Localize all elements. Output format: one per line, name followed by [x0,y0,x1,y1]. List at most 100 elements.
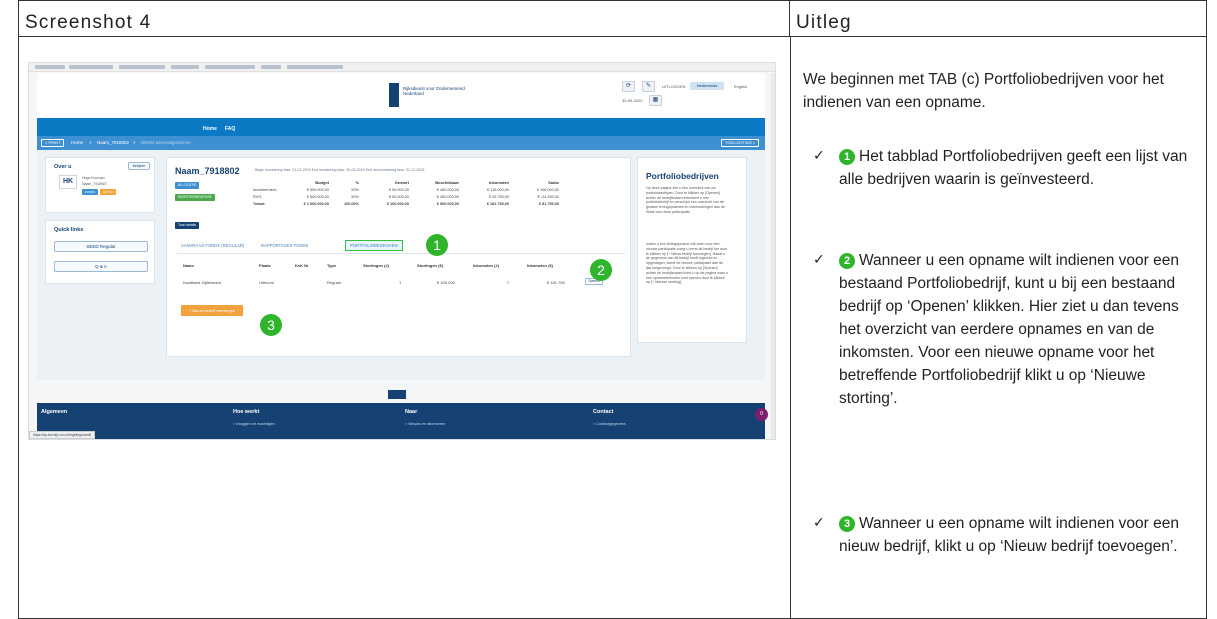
bookmark [119,65,165,69]
bookmark [287,65,343,69]
fin-cell: € 181.750,00 [486,202,509,206]
edit-icon[interactable]: ✎ [642,81,655,92]
chat-icon[interactable]: 0 [755,408,768,421]
header-screenshot: Screenshot 4 [19,1,790,37]
check-icon: ✓ [813,252,825,268]
status-badge: FONDS [82,189,98,195]
fin-cell: € 81.750,00 [538,202,559,206]
header-uitleg: Uitleg [790,1,1207,37]
check-icon: ✓ [813,515,825,531]
breadcrumb: < PRINT Home > Naam_7918802 > DEMO aanvr… [37,136,765,150]
footer-link[interactable]: > Nieuws en abonneren [405,422,445,426]
bekijken-button[interactable]: Bekijken [128,162,150,170]
main-nav: Home FAQ [37,118,765,136]
rijksoverheid-logo-icon [389,83,399,107]
site-header: Rijksdienst voor Ondernemend Nederland ⟳… [37,73,765,118]
th-inkomsten-count: Inkomsten (#) [473,263,500,268]
nav-faq[interactable]: FAQ [225,126,235,132]
fund-dates: Begin investering fase: 01-01-2020 End i… [255,168,425,172]
help-text-1: Op deze pagina ziet u een overzicht van … [646,186,725,214]
user-name: Hugo Koornan [82,176,105,180]
step-number-icon: 2 [839,253,855,269]
fin-cell: € 450.000,00 [436,188,459,192]
footer-head: Hoe werkt [233,409,260,415]
bookmark [69,65,113,69]
bookmark [35,65,65,69]
breadcrumb-sep: > [133,140,136,145]
user-org: Naam_7918WZ [82,182,107,186]
breadcrumb-current: DEMO aanvraagnummer [141,140,192,145]
bookmark [261,65,281,69]
th-type: Type [327,263,337,268]
fin-cell: € 450.000,00 [436,195,459,199]
fin-cell: 100.00% [344,202,359,206]
uitleg-intro: We beginnen met TAB (c) Portfoliobedrijv… [803,71,1164,111]
toon-details-button[interactable]: Toon details [175,222,200,229]
fin-cell: € 50.000,00 [388,188,409,192]
td-stortingen-count: 1 [399,280,402,285]
th-kvk: KvK Nr [295,263,309,268]
quick-link-qa[interactable]: Q & A [54,261,148,272]
footer-head: Algemeen [41,409,68,415]
tab-aanvraag-fonds[interactable]: AANVRAAG FONDS (REGULAR) [181,243,244,248]
embedded-screenshot: Rijksdienst voor Ondernemend Nederland ⟳… [28,62,776,440]
fin-cell: 50% [351,195,359,199]
page-title: Naam_7918802 [175,166,240,176]
fin-col-pct: % [355,180,359,185]
logout-link[interactable]: UITLOGGEN [662,84,686,89]
marker-2: 2 [590,259,612,281]
td-inkomsten-count: 7 [507,280,510,285]
tab-portfoliobedrijven[interactable]: PORTFOLIOBEDRIJVEN [345,240,403,251]
breadcrumb-fund[interactable]: Naam_7918802 [97,140,129,145]
step-number-icon: 3 [839,516,855,532]
status-badge: ALLOCATIE [175,182,200,189]
fin-cell: € 100.000,00 [386,202,409,206]
scroll-top-button[interactable] [388,390,406,399]
fin-row-label: Investeerders: [253,188,278,192]
language-english[interactable]: English [734,84,747,89]
step-number-icon: 1 [839,149,855,165]
fin-cell: € 900.000,00 [436,202,459,206]
tab-row: AANVRAAG FONDS (REGULAR) RAPPORTAGES FON… [177,240,625,254]
footer-head: Naar [405,409,418,415]
marker-1: 1 [426,234,448,256]
site-footer: Algemeen Hoe werkt Naar Contact > Inlogg… [37,403,765,439]
uitleg-item-text: Wanneer u een opname wilt indienen voor … [839,252,1179,407]
help-panel: Portfoliobedrijven Op deze pagina ziet u… [637,157,747,343]
fin-col-inkomsten: Inkomsten [488,180,509,185]
th-stortingen-count: Stortingen (#) [363,263,389,268]
over-u-card: Over u Bekijken HK Hugo Koornan Naam_791… [45,157,155,213]
nav-home[interactable]: Home [203,126,217,132]
fin-cell: € 106.000,00 [536,188,559,192]
print-button[interactable]: < PRINT [41,139,65,147]
td-stortingen-amount: € 100.000 [437,280,455,285]
scrollbar[interactable] [771,73,775,439]
footer-head: Contact [593,409,614,415]
calendar-icon[interactable]: ▦ [649,95,662,106]
quick-links-card: Quick links SEED Regular Q & A [45,220,155,284]
footer-link[interactable]: > Contactgegevens [593,422,626,426]
header-date: 30-09-2020 [622,98,643,103]
uitleg-item-1: 1 Het tabblad Portfoliobedrijven geeft ee… [839,145,1199,191]
avatar: HK [59,175,77,189]
refresh-icon[interactable]: ⟳ [622,81,635,92]
language-active[interactable]: Nederlands [690,82,724,90]
breadcrumb-home[interactable]: Home [71,140,83,145]
breadcrumb-sep: > [89,140,92,145]
check-icon: ✓ [813,148,825,164]
help-text-2: Indien u een leningopname wilt doen voor… [646,242,728,285]
footer-link[interactable]: > Inloggen en machtigen [233,422,275,426]
tab-rapportages-fonds[interactable]: RAPPORTAGES FONDS [261,243,308,248]
add-company-button[interactable]: + Nieuw bedrijf toevoegen [181,305,243,316]
toelichting-button[interactable]: TOELICHTING > [721,139,760,147]
td-plaats: Uithoorn [259,280,275,285]
column-divider [790,37,791,619]
fin-col-gestort: Gestort [394,180,409,185]
fin-cell: € 50.000,00 [388,195,409,199]
quick-link-seed[interactable]: SEED Regular [54,241,148,252]
fin-row-label: RVO: [253,195,263,199]
status-badge: INVESTERINGSFASE [175,194,215,201]
th-plaats: Plaats [259,263,271,268]
uitleg-item-3: 3 Wanneer u een opname wilt indienen voor… [839,512,1199,558]
bookmark [205,65,255,69]
